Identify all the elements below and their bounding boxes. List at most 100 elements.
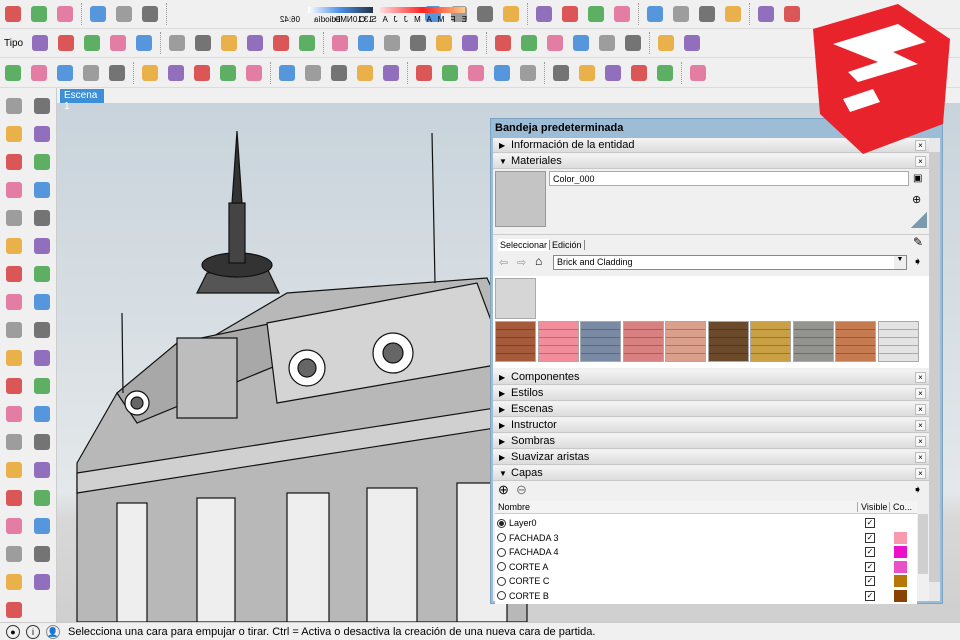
text-button[interactable]	[3, 403, 25, 425]
offset-button[interactable]	[243, 62, 265, 84]
back-view-button[interactable]	[81, 32, 103, 54]
redo-button[interactable]	[533, 3, 555, 25]
date-slider[interactable]	[380, 7, 465, 13]
walk-button[interactable]	[329, 32, 351, 54]
material-swatch[interactable]	[792, 321, 834, 362]
offset-button[interactable]	[3, 347, 25, 369]
material-swatch[interactable]	[835, 321, 876, 362]
rotate-button[interactable]	[31, 319, 53, 341]
layer-row[interactable]: FACHADA 4 ✓	[497, 545, 922, 559]
close-icon[interactable]: ×	[915, 468, 926, 479]
close-icon[interactable]: ×	[915, 452, 926, 463]
close-icon[interactable]: ×	[915, 436, 926, 447]
text-button[interactable]	[355, 32, 377, 54]
column-visible[interactable]: Visible	[857, 502, 887, 512]
close-icon[interactable]: ×	[915, 404, 926, 415]
tab-select[interactable]: Seleccionar	[498, 239, 550, 251]
visible-checkbox[interactable]: ✓	[865, 561, 875, 572]
open-button[interactable]	[722, 3, 744, 25]
close-icon[interactable]: ×	[915, 156, 926, 167]
copy-button[interactable]	[644, 3, 666, 25]
rotated-rectangle-button[interactable]	[31, 179, 53, 201]
arrow-button[interactable]	[31, 95, 53, 117]
tray-scrollbar[interactable]	[929, 138, 940, 601]
active-layer-radio[interactable]	[497, 547, 506, 557]
select-button[interactable]	[681, 32, 703, 54]
layer-row[interactable]: FACHADA 3 ✓	[497, 531, 922, 545]
delete-button[interactable]	[559, 3, 581, 25]
get-models-button[interactable]	[87, 3, 109, 25]
section-instructor[interactable]: ▶ Instructor ×	[493, 418, 929, 433]
info-icon[interactable]: i	[26, 624, 40, 639]
add-layer-icon[interactable]: ⊕	[498, 482, 509, 498]
user-icon[interactable]: 👤	[46, 624, 60, 639]
eraser-button[interactable]	[550, 62, 572, 84]
move-button[interactable]	[31, 291, 53, 313]
push-pull-button[interactable]	[3, 291, 25, 313]
line-button[interactable]	[517, 62, 539, 84]
rotate-button[interactable]	[217, 62, 239, 84]
zoom-window-button[interactable]	[31, 487, 53, 509]
layers-scrollbar[interactable]	[918, 514, 928, 574]
material-swatch[interactable]	[537, 321, 579, 362]
sample-paint-icon[interactable]	[911, 212, 927, 228]
tape-measure-button[interactable]	[3, 375, 25, 397]
layer-row[interactable]: Layer0 ✓	[497, 516, 922, 530]
pan-button[interactable]	[31, 459, 53, 481]
rectangle-button[interactable]	[570, 32, 592, 54]
scale-button[interactable]	[191, 62, 213, 84]
section-materials[interactable]: ▼ Materiales ×	[493, 154, 929, 169]
home-icon[interactable]: ⌂	[535, 254, 542, 268]
close-icon[interactable]: ×	[915, 388, 926, 399]
material-swatch[interactable]	[622, 321, 664, 362]
dimension-button[interactable]	[31, 375, 53, 397]
column-name[interactable]: Nombre	[498, 502, 530, 512]
active-layer-radio[interactable]	[497, 518, 506, 528]
column-color[interactable]: Co...	[889, 502, 912, 512]
layer-color-swatch[interactable]	[894, 560, 907, 573]
polygon-button[interactable]	[31, 207, 53, 229]
arc-button[interactable]	[492, 32, 514, 54]
circle-button[interactable]	[596, 32, 618, 54]
pie-button[interactable]	[31, 235, 53, 257]
material-name-input[interactable]	[549, 171, 909, 186]
follow-me-button[interactable]	[3, 319, 25, 341]
close-icon[interactable]: ×	[915, 420, 926, 431]
arc-2-button[interactable]	[3, 235, 25, 257]
orbit-button[interactable]	[3, 459, 25, 481]
2-point-arc-button[interactable]	[31, 263, 53, 285]
visible-checkbox[interactable]: ✓	[865, 576, 875, 586]
share-component-button[interactable]	[113, 3, 135, 25]
tab-scene-1[interactable]: Escena 1	[60, 89, 104, 112]
section-estilos[interactable]: ▶ Estilos ×	[493, 386, 929, 401]
active-layer-radio[interactable]	[497, 562, 506, 571]
active-layer-radio[interactable]	[497, 576, 506, 586]
freehand-button[interactable]	[491, 62, 513, 84]
layer-color-swatch[interactable]	[894, 546, 907, 558]
material-swatch[interactable]	[877, 321, 919, 362]
time-slider[interactable]	[308, 7, 373, 13]
component-button[interactable]	[602, 62, 624, 84]
details-arrow-icon[interactable]: ➧	[913, 255, 922, 268]
axes-button[interactable]	[31, 431, 53, 453]
share-model-button[interactable]	[28, 3, 50, 25]
zoom-button[interactable]	[3, 487, 25, 509]
material-swatch-default[interactable]	[495, 278, 536, 319]
layer-row[interactable]: CORTE B ✓	[497, 589, 922, 603]
section-componentes[interactable]: ▶ Componentes ×	[493, 370, 929, 385]
geo-location-icon[interactable]: ●	[6, 624, 20, 639]
layer-row[interactable]: CORTE A ✓	[497, 560, 922, 574]
3-point-arc-button[interactable]	[380, 62, 402, 84]
paint-bucket-button[interactable]	[31, 123, 53, 145]
close-icon[interactable]: ×	[915, 372, 926, 383]
previous-view-button[interactable]	[31, 515, 53, 537]
look-around-button[interactable]	[3, 571, 25, 593]
visible-checkbox[interactable]: ✓	[865, 590, 875, 601]
rotate-button[interactable]	[433, 32, 455, 54]
create-material-icon[interactable]: ▣	[913, 173, 922, 184]
printer-button[interactable]	[474, 3, 496, 25]
save-button[interactable]	[670, 3, 692, 25]
section-escenas[interactable]: ▶ Escenas ×	[493, 402, 929, 417]
paste-button[interactable]	[585, 3, 607, 25]
pie-button[interactable]	[413, 62, 435, 84]
